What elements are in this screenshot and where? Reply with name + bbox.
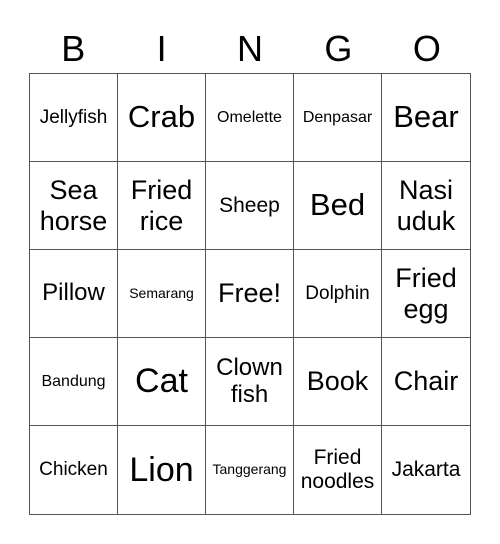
header-letter-b: B [61,28,86,69]
free-space-cell[interactable]: Free! [206,250,294,338]
bingo-cell[interactable]: Chicken [30,426,118,514]
bingo-cell[interactable]: Bear [382,74,470,162]
bingo-cell[interactable]: Tanggerang [206,426,294,514]
bingo-cell[interactable]: Sea horse [30,162,118,250]
bingo-cell[interactable]: Bed [294,162,382,250]
header-letter-n: N [237,28,264,69]
header-letter-i: I [156,28,167,69]
bingo-cell[interactable]: Dolphin [294,250,382,338]
bingo-cell[interactable]: Sheep [206,162,294,250]
bingo-cell[interactable]: Bandung [30,338,118,426]
bingo-cell[interactable]: Omelette [206,74,294,162]
bingo-card-grid: Jellyfish Crab Omelette Denpasar Bear Sea hor… [29,73,471,515]
bingo-header: B I N G O [29,24,471,74]
bingo-cell[interactable]: Jellyfish [30,74,118,162]
bingo-cell[interactable]: Fried egg [382,250,470,338]
bingo-cell[interactable]: Crab [118,74,206,162]
bingo-cell[interactable]: Chair [382,338,470,426]
bingo-cell[interactable]: Clown fish [206,338,294,426]
bingo-cell[interactable]: Pillow [30,250,118,338]
header-letter-o: O [412,28,441,69]
bingo-cell[interactable]: Cat [118,338,206,426]
bingo-cell[interactable]: Denpasar [294,74,382,162]
bingo-cell[interactable]: Semarang [118,250,206,338]
header-letter-g: G [324,28,353,69]
bingo-cell[interactable]: Fried noodles [294,426,382,514]
bingo-cell[interactable]: Book [294,338,382,426]
bingo-cell[interactable]: Jakarta [382,426,470,514]
bingo-cell[interactable]: Nasi uduk [382,162,470,250]
bingo-cell[interactable]: Lion [118,426,206,514]
bingo-cell[interactable]: Fried rice [118,162,206,250]
